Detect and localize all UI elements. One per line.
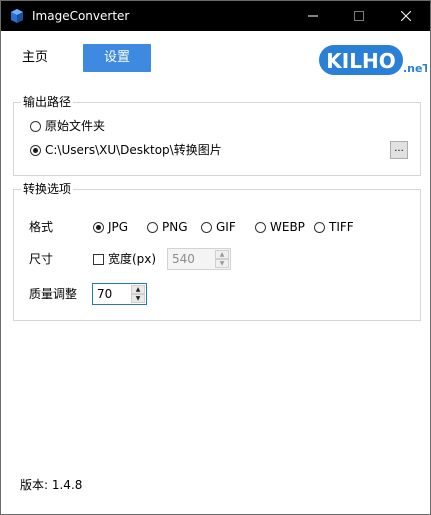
width-spinbox[interactable]: 540 ▲ ▼	[167, 248, 231, 270]
svg-text:.neT: .neT	[403, 62, 427, 75]
minimize-icon	[308, 15, 318, 17]
radio-circle	[201, 221, 212, 233]
kilho-logo: KILHO .neT	[319, 45, 427, 75]
title-bar[interactable]: ImageConverter	[1, 1, 430, 31]
quality-spin-buttons: ▲ ▼	[131, 285, 145, 303]
format-tiff-radio[interactable]: TIFF	[314, 219, 354, 235]
convert-options-legend: 转换选项	[21, 181, 74, 197]
browse-button[interactable]: ...	[390, 141, 408, 159]
width-value: 540	[172, 252, 195, 266]
format-tiff-label: TIFF	[329, 220, 354, 234]
nav-home-tab[interactable]: 主页	[22, 45, 72, 71]
spin-up-icon[interactable]: ▲	[131, 285, 145, 294]
minimize-button[interactable]	[290, 1, 336, 31]
custom-path-label: C:\Users\XU\Desktop\转换图片	[45, 143, 222, 157]
format-gif-label: GIF	[216, 220, 236, 234]
maximize-button[interactable]	[336, 1, 382, 31]
format-jpg-label: JPG	[108, 220, 129, 234]
format-label: 格式	[29, 220, 54, 234]
spin-up-icon[interactable]: ▲	[215, 250, 229, 259]
checkbox-box	[93, 253, 104, 265]
quality-value: 70	[97, 287, 113, 301]
radio-original-folder[interactable]: 原始文件夹	[30, 118, 105, 134]
width-checkbox-label: 宽度(px)	[108, 252, 157, 266]
width-checkbox[interactable]: 宽度(px)	[93, 251, 156, 267]
radio-circle	[255, 221, 266, 233]
output-path-legend: 输出路径	[21, 94, 74, 110]
format-webp-label: WEBP	[270, 220, 305, 234]
format-webp-radio[interactable]: WEBP	[255, 219, 305, 235]
radio-circle-selected	[93, 221, 104, 233]
format-jpg-radio[interactable]: JPG	[93, 219, 128, 235]
format-png-radio[interactable]: PNG	[147, 219, 188, 235]
window-title: ImageConverter	[32, 9, 130, 23]
maximize-icon	[354, 11, 364, 21]
width-spin-buttons: ▲ ▼	[215, 250, 229, 268]
format-gif-radio[interactable]: GIF	[201, 219, 236, 235]
convert-options-group: 转换选项 格式 JPG PNG GIF WEBP TIFF 尺寸 宽度(px) …	[13, 181, 421, 321]
spin-down-icon[interactable]: ▼	[215, 259, 229, 268]
format-png-label: PNG	[162, 220, 188, 234]
close-button[interactable]	[383, 1, 429, 31]
nav-settings-tab[interactable]: 设置	[83, 44, 151, 72]
app-window: ImageConverter 主页 设置 KILHO .neT 输出路径 原始文…	[0, 0, 431, 515]
radio-custom-path[interactable]: C:\Users\XU\Desktop\转换图片	[30, 142, 222, 158]
svg-text:KILHO: KILHO	[326, 49, 395, 73]
size-label: 尺寸	[29, 252, 54, 266]
radio-circle	[147, 221, 158, 233]
spin-down-icon[interactable]: ▼	[131, 294, 145, 303]
radio-circle	[314, 221, 325, 233]
radio-circle	[30, 120, 41, 132]
radio-circle-selected	[30, 144, 41, 156]
radio-original-folder-label: 原始文件夹	[45, 119, 106, 133]
quality-label: 质量调整	[29, 287, 78, 301]
app-icon	[11, 9, 23, 23]
close-icon	[401, 11, 411, 21]
output-path-group: 输出路径 原始文件夹 C:\Users\XU\Desktop\转换图片 ...	[13, 94, 421, 176]
quality-spinbox[interactable]: 70 ▲ ▼	[92, 283, 147, 305]
version-label: 版本: 1.4.8	[20, 478, 83, 492]
